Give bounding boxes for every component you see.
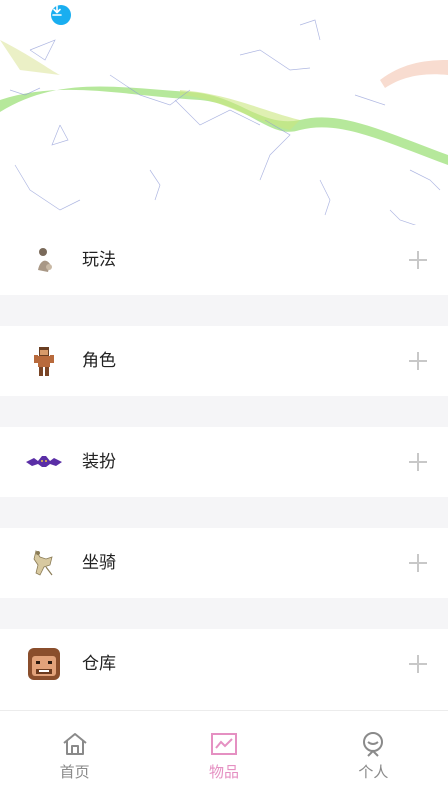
header-banner — [0, 0, 448, 225]
profile-icon — [363, 732, 384, 757]
list-item-costume[interactable]: 装扮 — [0, 427, 448, 497]
divider — [0, 295, 448, 326]
list-item-mount[interactable]: 坐骑 — [0, 528, 448, 598]
list-item-warehouse[interactable]: 仓库 — [0, 629, 448, 699]
plus-icon[interactable] — [408, 553, 428, 573]
tab-label: 物品 — [208, 764, 239, 781]
list-item-label: 坐骑 — [82, 553, 116, 572]
tab-home[interactable]: 首页 — [0, 711, 149, 796]
plus-icon[interactable] — [408, 654, 428, 674]
plus-icon[interactable] — [408, 452, 428, 472]
character-icon — [24, 343, 64, 379]
tab-label: 首页 — [59, 764, 90, 781]
plus-icon[interactable] — [408, 351, 428, 371]
list-item-label: 角色 — [82, 351, 116, 370]
banner-artwork — [0, 19, 448, 225]
list-item-label: 仓库 — [82, 654, 116, 673]
download-icon[interactable] — [51, 5, 71, 25]
home-icon — [63, 733, 87, 755]
category-list: 玩法 角色 装扮 坐骑 仓库 — [0, 225, 448, 699]
divider — [0, 598, 448, 629]
list-item-label: 玩法 — [82, 250, 116, 269]
bottom-tab-bar: 首页 物品 个人 — [0, 710, 448, 796]
list-item-gameplay[interactable]: 玩法 — [0, 225, 448, 295]
divider — [0, 396, 448, 427]
tab-label: 个人 — [358, 764, 389, 781]
list-item-label: 装扮 — [82, 452, 116, 471]
divider — [0, 497, 448, 528]
tab-items[interactable]: 物品 — [149, 711, 298, 796]
plus-icon[interactable] — [408, 250, 428, 270]
items-chart-icon — [210, 733, 237, 755]
costume-bat-icon — [24, 444, 64, 480]
gameplay-figure-icon — [24, 242, 64, 278]
tab-profile[interactable]: 个人 — [299, 711, 448, 796]
mount-icon — [24, 545, 64, 581]
list-item-character[interactable]: 角色 — [0, 326, 448, 396]
warehouse-face-icon — [24, 646, 64, 682]
